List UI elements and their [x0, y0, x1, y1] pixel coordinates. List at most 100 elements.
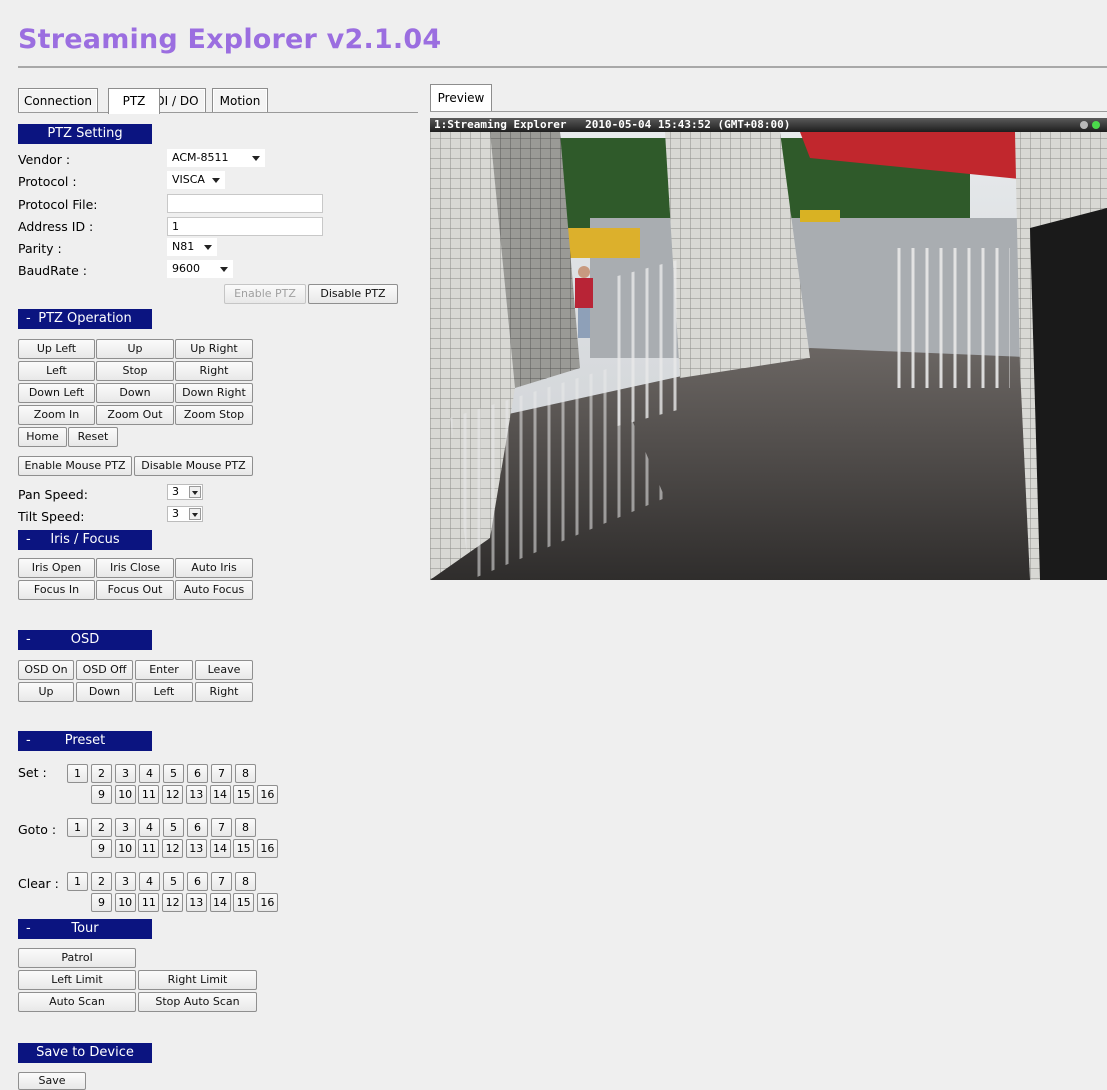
osd-up-button[interactable]: Up — [18, 682, 74, 702]
focus-out-button[interactable]: Focus Out — [96, 580, 174, 600]
protocol-file-input[interactable] — [167, 194, 323, 213]
enable-mouse-ptz-button[interactable]: Enable Mouse PTZ — [18, 456, 132, 476]
preset-clear-16-button[interactable]: 16 — [256, 893, 278, 912]
address-id-input[interactable]: 1 — [167, 217, 323, 236]
reset-button[interactable]: Reset — [68, 427, 118, 447]
preset-set-5-button[interactable]: 5 — [163, 764, 184, 783]
tab-preview[interactable]: Preview — [430, 84, 492, 112]
iris-open-button[interactable]: Iris Open — [18, 558, 95, 578]
right-button[interactable]: Right — [175, 361, 253, 381]
down-left-button[interactable]: Down Left — [18, 383, 95, 403]
preset-goto-13-button[interactable]: 13 — [185, 839, 207, 858]
tab-ptz[interactable]: PTZ — [108, 88, 160, 114]
focus-in-button[interactable]: Focus In — [18, 580, 95, 600]
preset-clear-3-button[interactable]: 3 — [115, 872, 136, 891]
enable-ptz-button[interactable]: Enable PTZ — [224, 284, 306, 304]
preset-goto-8-button[interactable]: 8 — [235, 818, 256, 837]
preset-goto-6-button[interactable]: 6 — [187, 818, 208, 837]
preset-set-15-button[interactable]: 15 — [233, 785, 255, 804]
zoom-in-button[interactable]: Zoom In — [18, 405, 95, 425]
preset-set-10-button[interactable]: 10 — [114, 785, 136, 804]
preset-set-16-button[interactable]: 16 — [256, 785, 278, 804]
preset-clear-10-button[interactable]: 10 — [114, 893, 136, 912]
baudrate-select[interactable]: 9600 — [167, 260, 233, 278]
preset-set-11-button[interactable]: 11 — [138, 785, 160, 804]
preset-set-4-button[interactable]: 4 — [139, 764, 160, 783]
preset-goto-10-button[interactable]: 10 — [114, 839, 136, 858]
down-button[interactable]: Down — [96, 383, 174, 403]
preset-clear-11-button[interactable]: 11 — [138, 893, 160, 912]
preset-set-1-button[interactable]: 1 — [67, 764, 88, 783]
patrol-button[interactable]: Patrol — [18, 948, 136, 968]
preset-goto-3-button[interactable]: 3 — [115, 818, 136, 837]
preset-goto-5-button[interactable]: 5 — [163, 818, 184, 837]
disable-ptz-button[interactable]: Disable PTZ — [308, 284, 398, 304]
zoom-stop-button[interactable]: Zoom Stop — [175, 405, 253, 425]
preset-clear-14-button[interactable]: 14 — [209, 893, 231, 912]
preset-goto-12-button[interactable]: 12 — [162, 839, 184, 858]
preset-clear-2-button[interactable]: 2 — [91, 872, 112, 891]
up-button[interactable]: Up — [96, 339, 174, 359]
preset-clear-12-button[interactable]: 12 — [162, 893, 184, 912]
zoom-out-button[interactable]: Zoom Out — [96, 405, 174, 425]
stop-button[interactable]: Stop — [96, 361, 174, 381]
preset-set-14-button[interactable]: 14 — [209, 785, 231, 804]
stop-auto-scan-button[interactable]: Stop Auto Scan — [138, 992, 257, 1012]
preset-goto-2-button[interactable]: 2 — [91, 818, 112, 837]
left-button[interactable]: Left — [18, 361, 95, 381]
preset-clear-1-button[interactable]: 1 — [67, 872, 88, 891]
auto-scan-button[interactable]: Auto Scan — [18, 992, 136, 1012]
auto-focus-button[interactable]: Auto Focus — [175, 580, 253, 600]
preset-set-8-button[interactable]: 8 — [235, 764, 256, 783]
up-right-button[interactable]: Up Right — [175, 339, 253, 359]
preset-set-9-button[interactable]: 9 — [91, 785, 112, 804]
preset-clear-7-button[interactable]: 7 — [211, 872, 232, 891]
up-left-button[interactable]: Up Left — [18, 339, 95, 359]
preset-set-2-button[interactable]: 2 — [91, 764, 112, 783]
chevron-down-icon[interactable] — [189, 486, 201, 498]
save-button[interactable]: Save — [18, 1072, 86, 1090]
preset-clear-5-button[interactable]: 5 — [163, 872, 184, 891]
preset-goto-16-button[interactable]: 16 — [256, 839, 278, 858]
video-preview[interactable]: 1:Streaming Explorer 2010-05-04 15:43:52… — [430, 118, 1107, 580]
disable-mouse-ptz-button[interactable]: Disable Mouse PTZ — [134, 456, 253, 476]
auto-iris-button[interactable]: Auto Iris — [175, 558, 253, 578]
tab-motion[interactable]: Motion — [212, 88, 268, 113]
preset-goto-11-button[interactable]: 11 — [138, 839, 160, 858]
osd-leave-button[interactable]: Leave — [195, 660, 253, 680]
down-right-button[interactable]: Down Right — [175, 383, 253, 403]
preset-goto-4-button[interactable]: 4 — [139, 818, 160, 837]
preset-goto-14-button[interactable]: 14 — [209, 839, 231, 858]
osd-on-button[interactable]: OSD On — [18, 660, 74, 680]
preset-goto-1-button[interactable]: 1 — [67, 818, 88, 837]
osd-enter-button[interactable]: Enter — [135, 660, 193, 680]
pan-speed-select[interactable]: 3 — [167, 484, 203, 500]
preset-set-3-button[interactable]: 3 — [115, 764, 136, 783]
osd-off-button[interactable]: OSD Off — [76, 660, 133, 680]
iris-close-button[interactable]: Iris Close — [96, 558, 174, 578]
vendor-select[interactable]: ACM-8511 — [167, 149, 265, 167]
chevron-down-icon[interactable] — [189, 508, 201, 520]
preset-clear-6-button[interactable]: 6 — [187, 872, 208, 891]
tab-connection[interactable]: Connection — [18, 88, 98, 113]
right-limit-button[interactable]: Right Limit — [138, 970, 257, 990]
osd-left-button[interactable]: Left — [135, 682, 193, 702]
preset-clear-8-button[interactable]: 8 — [235, 872, 256, 891]
preset-goto-9-button[interactable]: 9 — [91, 839, 112, 858]
preset-clear-4-button[interactable]: 4 — [139, 872, 160, 891]
preset-clear-9-button[interactable]: 9 — [91, 893, 112, 912]
tilt-speed-select[interactable]: 3 — [167, 506, 203, 522]
preset-clear-13-button[interactable]: 13 — [185, 893, 207, 912]
preset-set-13-button[interactable]: 13 — [185, 785, 207, 804]
osd-down-button[interactable]: Down — [76, 682, 133, 702]
parity-select[interactable]: N81 — [167, 238, 217, 256]
preset-clear-15-button[interactable]: 15 — [233, 893, 255, 912]
protocol-select[interactable]: VISCA — [167, 171, 225, 189]
preset-set-6-button[interactable]: 6 — [187, 764, 208, 783]
home-button[interactable]: Home — [18, 427, 67, 447]
osd-right-button[interactable]: Right — [195, 682, 253, 702]
left-limit-button[interactable]: Left Limit — [18, 970, 136, 990]
preset-set-7-button[interactable]: 7 — [211, 764, 232, 783]
preset-goto-15-button[interactable]: 15 — [233, 839, 255, 858]
preset-goto-7-button[interactable]: 7 — [211, 818, 232, 837]
